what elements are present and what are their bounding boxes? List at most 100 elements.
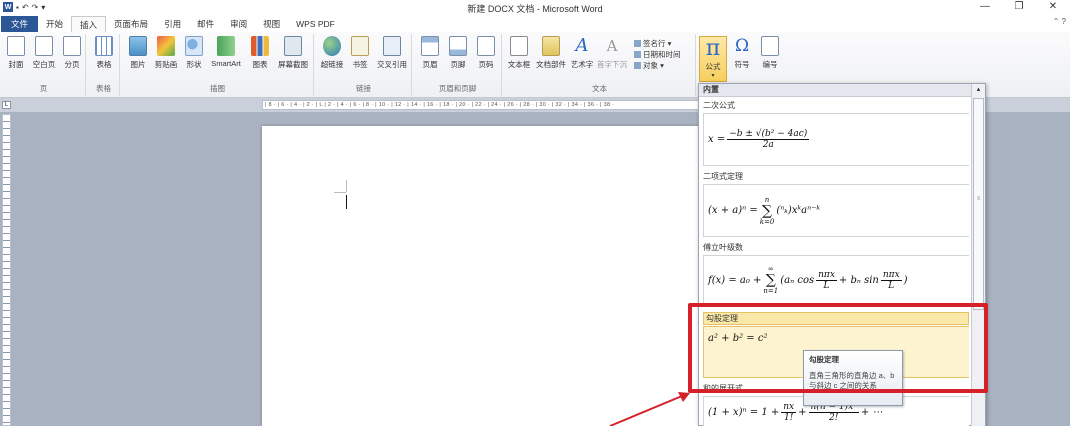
equation-text: f(x) = a₀ + xyxy=(708,274,762,286)
bookmark-label: 书签 xyxy=(352,60,368,69)
equation-numerator: nπx xyxy=(880,269,902,281)
footer-button[interactable]: 页脚 xyxy=(444,36,472,70)
table-button[interactable]: 表格 xyxy=(90,36,118,70)
tab-insert[interactable]: 插入 xyxy=(71,16,107,32)
quadratic-formula-item[interactable]: x = −b ± √(b² − 4ac) 2a xyxy=(703,113,969,166)
cover-page-button[interactable]: 封面 xyxy=(2,36,30,70)
smartart-icon xyxy=(217,36,235,56)
calendar-icon xyxy=(634,51,641,58)
tab-mailings[interactable]: 邮件 xyxy=(189,16,222,32)
equation-numerator: −b ± √(b² − 4ac) xyxy=(727,129,810,140)
tab-selector[interactable]: L xyxy=(2,101,11,109)
picture-button[interactable]: 图片 xyxy=(124,36,152,70)
cross-reference-icon xyxy=(383,36,401,56)
annotation-arrow-icon xyxy=(609,392,690,426)
vertical-ruler[interactable] xyxy=(2,114,11,426)
tab-home[interactable]: 开始 xyxy=(38,16,71,32)
scroll-thumb[interactable]: ≡ xyxy=(973,98,984,310)
date-time-button[interactable]: 日期和时间 xyxy=(634,49,681,60)
wordart-button[interactable]: A 艺术字 xyxy=(568,36,596,70)
tab-wps-pdf[interactable]: WPS PDF xyxy=(288,16,343,32)
hyperlink-button[interactable]: 超链接 xyxy=(318,36,346,70)
chart-icon xyxy=(251,36,269,56)
smartart-button[interactable]: SmartArt xyxy=(208,36,244,68)
tab-view[interactable]: 视图 xyxy=(255,16,288,32)
page-number-icon xyxy=(477,36,495,56)
footer-icon xyxy=(449,36,467,56)
quick-parts-button[interactable]: 文档部件 xyxy=(534,36,568,70)
close-button[interactable]: ✕ xyxy=(1036,0,1070,14)
omega-icon: Ω xyxy=(734,36,750,56)
cross-reference-button[interactable]: 交叉引用 xyxy=(374,36,410,70)
page-number-label: 页码 xyxy=(478,60,494,69)
undo-icon[interactable]: ↶ xyxy=(22,3,29,12)
shapes-icon xyxy=(185,36,203,56)
numbering-label: 编号 xyxy=(762,60,778,69)
numbering-button[interactable]: 编号 xyxy=(756,36,784,70)
word-logo-icon[interactable]: W xyxy=(3,2,13,12)
shapes-label: 形状 xyxy=(186,60,202,69)
gallery-header: 内置 xyxy=(699,84,973,97)
sum-lower: n=1 xyxy=(763,287,779,295)
header-label: 页眉 xyxy=(422,60,438,69)
drop-cap-button[interactable]: A 首字下沉 xyxy=(596,36,628,70)
tab-review[interactable]: 审阅 xyxy=(222,16,255,32)
symbol-button[interactable]: Ω 符号 xyxy=(728,36,756,70)
symbol-label: 符号 xyxy=(734,60,750,69)
save-icon[interactable]: ▪ xyxy=(16,3,19,12)
margin-mark xyxy=(346,180,347,192)
page-break-label: 分页 xyxy=(64,60,80,69)
equation-text: (1 + x)ⁿ = 1 + xyxy=(708,406,780,418)
tables-group-label: 表格 xyxy=(96,84,111,93)
object-button[interactable]: 对象 ▾ xyxy=(634,60,681,71)
equation-text: (ⁿₖ)xᵏaⁿ⁻ᵏ xyxy=(776,205,821,216)
text-box-button[interactable]: 文本框 xyxy=(504,36,534,70)
wordart-label: 艺术字 xyxy=(570,60,594,69)
equation-numerator: nπx xyxy=(816,269,837,281)
equation-denominator: L xyxy=(823,280,830,291)
customize-qat-icon[interactable]: ▾ xyxy=(41,3,45,12)
text-box-label: 文本框 xyxy=(507,60,531,69)
page-number-button[interactable]: 页码 xyxy=(472,36,500,70)
page-break-button[interactable]: 分页 xyxy=(58,36,86,70)
bookmark-icon xyxy=(351,36,369,56)
tab-references[interactable]: 引用 xyxy=(156,16,189,32)
equation-text: (aₙ cos xyxy=(780,274,815,286)
footer-label: 页脚 xyxy=(450,60,466,69)
restore-button[interactable]: ❐ xyxy=(1002,0,1036,14)
gallery-item-title: 傅立叶级数 xyxy=(703,243,743,252)
summation-symbol: ∞ ∑ n=1 xyxy=(763,265,779,295)
scroll-up-icon[interactable]: ▲ xyxy=(972,85,985,96)
equation-text: x = xyxy=(708,134,726,145)
equation-denominator: L xyxy=(888,280,895,291)
tab-page-layout[interactable]: 页面布局 xyxy=(106,16,156,32)
horizontal-ruler[interactable]: | 8 · | 6 · | 4 · | 2 · | L | 2 · | 4 · … xyxy=(262,100,702,110)
equation-fraction: −b ± √(b² − 4ac) 2a xyxy=(727,129,810,150)
redo-icon[interactable]: ↷ xyxy=(32,3,39,12)
cross-reference-label: 交叉引用 xyxy=(377,60,407,69)
cover-page-icon xyxy=(7,36,25,56)
chart-button[interactable]: 图表 xyxy=(246,36,274,70)
header-button[interactable]: 页眉 xyxy=(416,36,444,70)
clip-art-icon xyxy=(157,36,175,56)
clip-art-button[interactable]: 剪贴画 xyxy=(152,36,180,70)
equation-button[interactable]: π 公式 ▾ xyxy=(699,36,727,82)
cover-page-label: 封面 xyxy=(8,60,24,69)
tab-file[interactable]: 文件 xyxy=(1,16,39,32)
header-footer-group-label: 页眉和页脚 xyxy=(438,84,477,93)
document-page[interactable] xyxy=(262,126,702,426)
illustrations-group: 图片 剪贴画 形状 SmartArt 图表 屏幕截图 插图 xyxy=(122,34,314,96)
signature-line-button[interactable]: 签名行 ▾ xyxy=(634,38,681,49)
shapes-button[interactable]: 形状 xyxy=(180,36,208,70)
binomial-theorem-item[interactable]: (x + a)ⁿ = n ∑ k=0 (ⁿₖ)xᵏaⁿ⁻ᵏ xyxy=(703,184,969,237)
quick-access-toolbar: W ▪ ↶ ↷ ▾ xyxy=(0,0,45,14)
equation-fraction: nx 1! xyxy=(781,402,797,423)
screenshot-button[interactable]: 屏幕截图 xyxy=(276,36,310,70)
picture-icon xyxy=(129,36,147,56)
illustrations-group-label: 插图 xyxy=(210,84,225,93)
minimize-button[interactable]: — xyxy=(968,0,1002,14)
help-icon[interactable]: ⌃ ? xyxy=(1053,17,1066,26)
bookmark-button[interactable]: 书签 xyxy=(346,36,374,70)
fourier-series-item[interactable]: f(x) = a₀ + ∞ ∑ n=1 (aₙ cos nπx L + bₙ sin … xyxy=(703,255,969,305)
blank-page-button[interactable]: 空白页 xyxy=(30,36,58,70)
